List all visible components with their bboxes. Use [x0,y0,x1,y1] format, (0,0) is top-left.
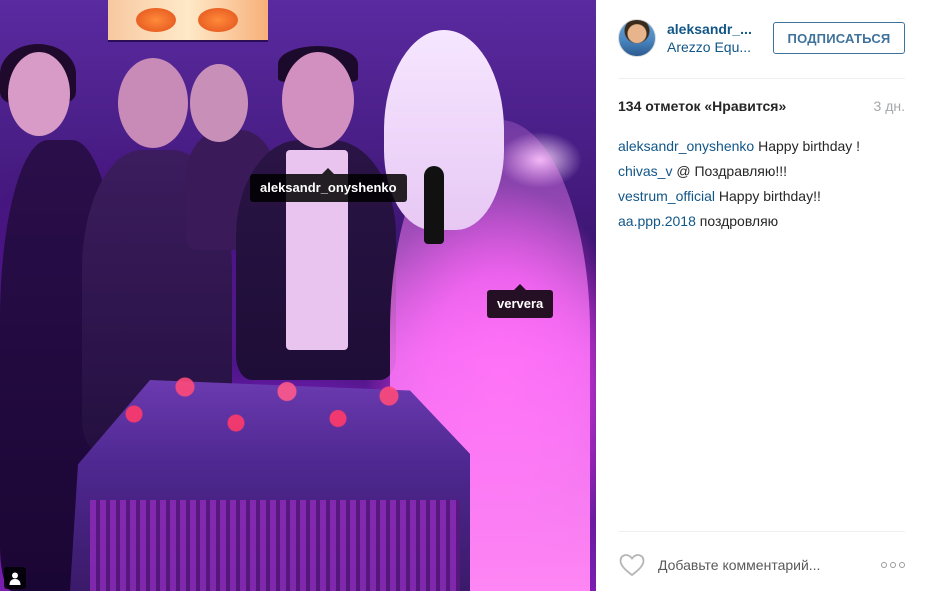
person-center-head [282,52,354,148]
person-left-head [8,52,70,136]
comment-item: chivas_v @ Поздравляю!!! [618,159,905,184]
cake-berries [100,360,440,450]
comment-text: поздровляю [699,213,779,229]
heart-icon[interactable] [618,551,646,579]
more-dot [899,562,905,568]
comments-list: aleksandr_onyshenko Happy birthday ! chi… [618,134,905,234]
stage-screen [108,0,268,42]
post-header: aleksandr_... Arezzo Equ... ПОДПИСАТЬСЯ [618,18,905,58]
post-photo[interactable]: aleksandr_onyshenko ververa [0,0,596,591]
comment-username[interactable]: vestrum_official [618,188,715,204]
post-footer [618,549,905,581]
comment-input[interactable] [658,557,881,573]
comment-item: aleksandr_onyshenko Happy birthday ! [618,134,905,159]
comment-username[interactable]: chivas_v [618,163,672,179]
likes-row: 134 отметок «Нравится» 3 дн. [618,96,905,116]
microphone [424,166,444,244]
comment-text: Happy birthday!! [718,188,821,204]
location-link[interactable]: Arezzo Equ... [667,38,767,56]
comment-text: Happy birthday ! [758,138,861,154]
username-link[interactable]: aleksandr_... [667,20,767,38]
instagram-post: aleksandr_onyshenko ververa aleksandr_..… [0,0,925,591]
comment-username[interactable]: aa.ppp.2018 [618,213,696,229]
more-dot [890,562,896,568]
post-timestamp[interactable]: 3 дн. [874,98,905,114]
follow-button[interactable]: ПОДПИСАТЬСЯ [773,22,905,54]
more-dot [881,562,887,568]
user-block: aleksandr_... Arezzo Equ... [667,20,767,56]
comment-item: vestrum_official Happy birthday!! [618,184,905,209]
comment-text: @ Поздравляю!!! [676,163,788,179]
comment-username[interactable]: aleksandr_onyshenko [618,138,754,154]
avatar[interactable] [618,19,656,57]
comment-item: aa.ppp.2018 поздровляю [618,209,905,234]
footer-divider [618,531,905,532]
photo-tag-ververa[interactable]: ververa [487,284,554,318]
person-icon-glyph [9,572,21,585]
person-icon[interactable] [4,567,26,589]
header-divider [618,78,905,79]
photo-tag-aleksandr[interactable]: aleksandr_onyshenko [250,168,407,202]
person-second-head [118,58,188,148]
more-options-icon[interactable] [881,558,905,572]
person-third-head [190,64,248,142]
post-side-panel: aleksandr_... Arezzo Equ... ПОДПИСАТЬСЯ … [596,0,925,591]
cake-sticks [90,500,460,591]
likes-count[interactable]: 134 отметок «Нравится» [618,98,786,114]
